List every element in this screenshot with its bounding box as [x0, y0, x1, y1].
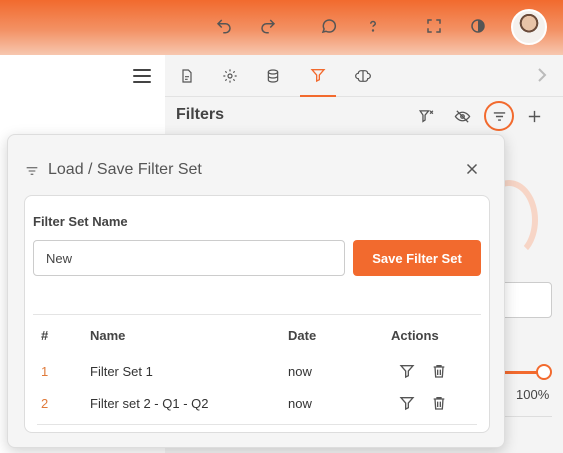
filter-set-table: # Name Date Actions 1 Filter Set 1 now 2… [33, 314, 481, 419]
row-date: now [288, 395, 312, 411]
filter-set-modal: Load / Save Filter Set Filter Set Name S… [7, 134, 505, 448]
theme-icon[interactable] [465, 13, 491, 39]
add-filter-icon[interactable] [522, 104, 546, 128]
filter-set-icon[interactable] [484, 101, 514, 131]
undo-icon[interactable] [211, 13, 237, 39]
fullscreen-icon[interactable] [421, 13, 447, 39]
trash-icon[interactable] [431, 395, 447, 411]
trash-icon[interactable] [431, 363, 447, 379]
row-name: Filter set 2 - Q1 - Q2 [90, 395, 209, 411]
row-name: Filter Set 1 [90, 363, 153, 379]
table-divider [37, 424, 477, 425]
filters-title: Filters [176, 106, 225, 123]
gear-icon[interactable] [212, 55, 248, 97]
header-name: Name [90, 327, 126, 343]
chat-icon[interactable] [316, 13, 342, 39]
top-bar [0, 0, 563, 55]
row-number: 1 [41, 363, 49, 379]
redo-icon[interactable] [255, 13, 281, 39]
filter-set-icon [26, 167, 38, 175]
row-actions [399, 355, 463, 387]
background-slider-knob[interactable] [536, 364, 552, 380]
save-filter-set-button[interactable]: Save Filter Set [353, 240, 481, 276]
clear-filter-icon[interactable] [414, 104, 438, 128]
filter-set-card: Filter Set Name Save Filter Set # Name D… [24, 195, 490, 433]
header-number: # [41, 327, 49, 343]
filter-tab-icon[interactable] [300, 55, 336, 97]
menu-icon[interactable] [133, 69, 151, 83]
database-icon[interactable] [255, 55, 291, 97]
table-header: # Name Date Actions [33, 315, 481, 355]
row-date: now [288, 363, 312, 379]
row-actions [399, 387, 463, 419]
help-icon[interactable] [360, 13, 386, 39]
row-number: 2 [41, 395, 49, 411]
eye-off-icon[interactable] [450, 104, 474, 128]
document-icon[interactable] [169, 55, 205, 97]
apply-filter-icon[interactable] [399, 395, 415, 411]
filter-set-name-label: Filter Set Name [33, 214, 128, 229]
table-row[interactable]: 2 Filter set 2 - Q1 - Q2 now [33, 387, 481, 419]
close-icon[interactable] [463, 160, 481, 178]
chevron-right-icon[interactable] [535, 66, 549, 84]
filter-set-name-input[interactable] [33, 240, 345, 276]
user-avatar[interactable] [511, 9, 547, 45]
modal-title: Load / Save Filter Set [48, 161, 202, 178]
background-slider-value: 100% [516, 387, 550, 402]
header-actions: Actions [391, 327, 439, 343]
brain-icon[interactable] [345, 55, 381, 97]
header-date: Date [288, 327, 317, 343]
table-row[interactable]: 1 Filter Set 1 now [33, 355, 481, 387]
apply-filter-icon[interactable] [399, 363, 415, 379]
panel-tabs [165, 55, 563, 97]
